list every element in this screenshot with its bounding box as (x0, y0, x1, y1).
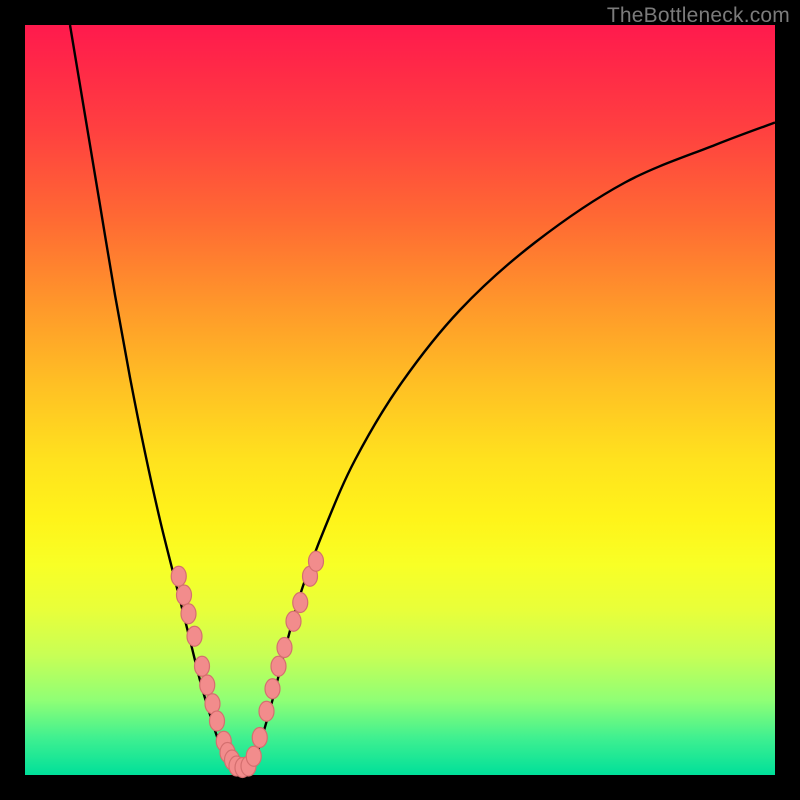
data-marker (177, 585, 192, 605)
marker-group (171, 551, 323, 777)
data-marker (259, 701, 274, 721)
chart-frame: TheBottleneck.com (0, 0, 800, 800)
data-marker (271, 656, 286, 676)
right-branch-path (250, 123, 775, 776)
data-marker (210, 711, 225, 731)
curve-svg (25, 25, 775, 775)
data-marker (181, 604, 196, 624)
left-branch-path (70, 25, 235, 775)
data-marker (171, 566, 186, 586)
data-marker (200, 675, 215, 695)
data-marker (246, 746, 261, 766)
data-marker (286, 611, 301, 631)
watermark-text: TheBottleneck.com (607, 4, 790, 28)
plot-area (25, 25, 775, 775)
data-marker (293, 593, 308, 613)
data-marker (195, 656, 210, 676)
data-marker (187, 626, 202, 646)
data-marker (309, 551, 324, 571)
data-marker (265, 679, 280, 699)
data-marker (252, 728, 267, 748)
data-marker (277, 638, 292, 658)
